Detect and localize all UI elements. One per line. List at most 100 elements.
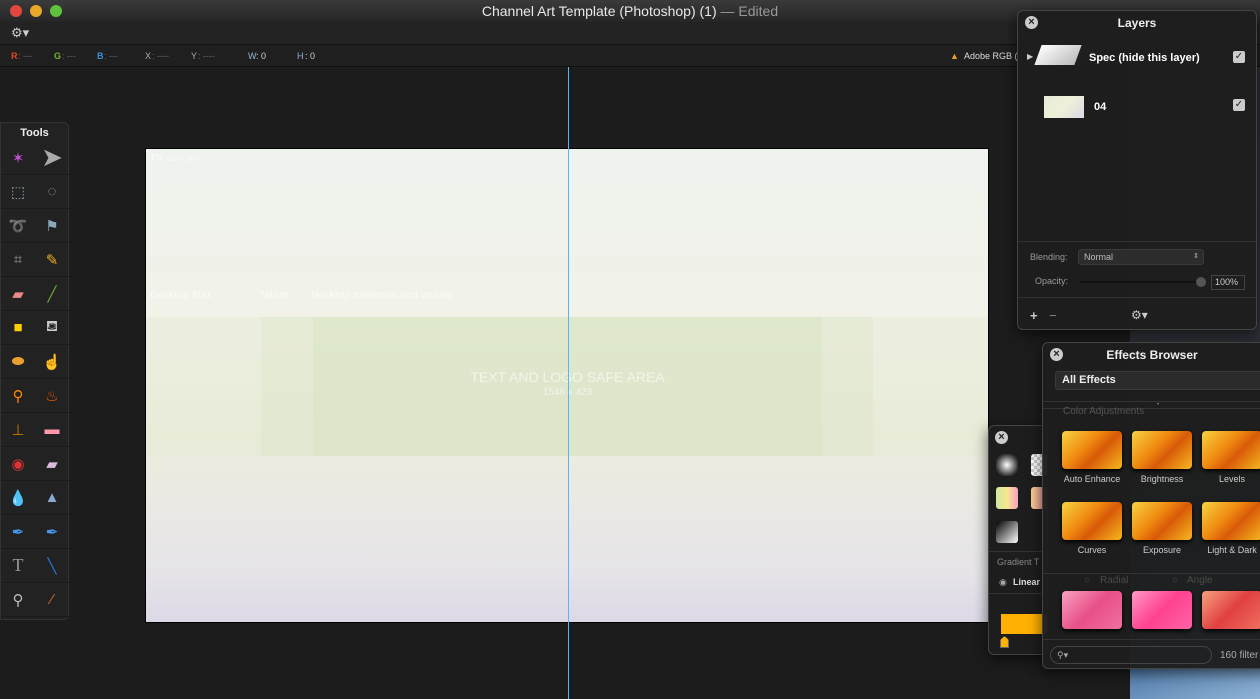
brush-icon[interactable]: ╱ <box>35 277 69 311</box>
y-label: Y <box>191 51 198 61</box>
effect-curves[interactable]: Curves <box>1057 502 1127 555</box>
bandage-icon[interactable]: ▬ <box>35 413 69 447</box>
opacity-input[interactable]: 100% <box>1211 275 1245 290</box>
window-title: Channel Art Template (Photoshop) (1) <box>481 3 717 19</box>
layer-name: Spec (hide this layer) <box>1089 52 1200 64</box>
lasso-icon[interactable]: ➰ <box>1 209 35 243</box>
color-profile[interactable]: Adobe RGB ( <box>964 45 1018 67</box>
g-value: : --- <box>62 51 76 61</box>
document-canvas[interactable]: TV 2560 x 1440 Desktop Max Tablet Deskto… <box>145 148 989 623</box>
minimize-window-button[interactable] <box>30 5 42 17</box>
angle-label: Angle <box>1187 575 1213 586</box>
tablet-label: Tablet <box>259 290 288 301</box>
gear-menu-icon[interactable]: ⚙▾ <box>11 25 29 41</box>
add-layer-icon[interactable]: + <box>1030 308 1038 323</box>
effects-category-select[interactable]: All Effects <box>1055 371 1260 390</box>
pencil-icon[interactable]: ✎ <box>35 243 69 277</box>
b-label: B <box>97 51 104 61</box>
sponge-icon[interactable]: ⬬ <box>1 345 35 379</box>
remove-layer-icon[interactable]: − <box>1049 308 1057 323</box>
gradient-stop[interactable] <box>1000 636 1009 648</box>
close-window-button[interactable] <box>10 5 22 17</box>
eraser-2-icon[interactable]: ▰ <box>35 447 69 481</box>
zoom-window-button[interactable] <box>50 5 62 17</box>
effect-brightness[interactable]: Brightness <box>1127 431 1197 484</box>
close-icon[interactable]: × <box>995 431 1008 444</box>
effect-label: Light & Dark <box>1207 545 1257 555</box>
effects-title: Effects Browser <box>1106 348 1198 362</box>
disclosure-triangle-icon[interactable]: ▶ <box>1027 52 1033 61</box>
blur-icon[interactable]: 💧 <box>1 481 35 515</box>
layer-row[interactable]: ▶ Spec (hide this layer) ✓ <box>1018 35 1256 83</box>
angle-radio[interactable]: ○ <box>1172 575 1178 586</box>
tools-panel: Tools ✶ ➤ ⬚ ◌ ➰ ⚑ ⌗ ✎ ▰ ╱ ■ ⛾ ⬬ ☝ ⚲ ♨ ⊥ … <box>0 122 69 620</box>
eraser-icon[interactable]: ▰ <box>1 277 35 311</box>
linear-radio[interactable]: ◉ <box>999 577 1007 588</box>
red-eye-icon[interactable]: ◉ <box>1 447 35 481</box>
close-icon[interactable]: × <box>1025 16 1038 29</box>
desktop-min-label: Desktop minimum and mobile <box>311 290 454 301</box>
bw-gradient-preset[interactable] <box>996 521 1018 543</box>
w-value: : 0 <box>256 51 267 61</box>
blending-select[interactable]: Normal ⇕ <box>1078 249 1204 265</box>
text-tool-icon[interactable]: T <box>1 549 35 583</box>
ellipse-select-icon[interactable]: ◌ <box>35 175 69 209</box>
h-value: : 0 <box>305 51 316 61</box>
line-tool-icon[interactable]: ╲ <box>35 549 69 583</box>
opacity-slider[interactable] <box>1080 281 1204 283</box>
filter-count: 160 filter <box>1220 650 1259 661</box>
effects-section-label: Color Adjustments <box>1063 406 1145 417</box>
paint-bucket-icon[interactable]: ⛾ <box>35 311 69 345</box>
layers-title: Layers <box>1117 16 1157 30</box>
effects-browser-panel: × Effects Browser All Effects • Color Adj… <box>1042 342 1260 669</box>
effects-search-input[interactable]: ⚲▾ <box>1050 646 1212 664</box>
polygon-lasso-icon[interactable]: ⚑ <box>35 209 69 243</box>
effect-pink-1[interactable] <box>1057 591 1127 634</box>
vertical-guide[interactable] <box>568 67 569 699</box>
pen-path-icon[interactable]: ✒ <box>35 515 69 549</box>
effect-auto-enhance[interactable]: Auto Enhance <box>1057 431 1127 484</box>
move-tool-icon[interactable]: ➤ <box>35 141 69 175</box>
tv-label: TV <box>150 153 163 164</box>
blending-label: Blending: <box>1030 252 1068 262</box>
gradient-type-label: Gradient T <box>997 557 1040 567</box>
effect-label: Exposure <box>1142 545 1182 555</box>
fire-icon[interactable]: ♨ <box>35 379 69 413</box>
eyedropper-icon[interactable]: ⁄ <box>35 583 69 617</box>
effect-label: Curves <box>1077 545 1107 555</box>
layer-visibility-checkbox[interactable]: ✓ <box>1233 99 1245 111</box>
linear-label: Linear <box>1013 577 1041 587</box>
effect-pink-2[interactable] <box>1127 591 1197 634</box>
effect-light-dark[interactable]: Light & Dark <box>1197 502 1260 555</box>
layer-gear-icon[interactable]: ⚙▾ <box>1131 308 1148 322</box>
pastel-gradient-preset[interactable] <box>996 487 1018 509</box>
smudge-icon[interactable]: ☝ <box>35 345 69 379</box>
gradient-panel: × Gradient T ◉ Linear <box>988 425 1048 655</box>
radial-radio[interactable]: ○ <box>1084 575 1090 586</box>
rect-select-icon[interactable]: ⬚ <box>1 175 35 209</box>
effect-label: Levels <box>1218 474 1245 484</box>
effect-label: Auto Enhance <box>1063 474 1121 484</box>
clone-stamp-icon[interactable]: ⊥ <box>1 413 35 447</box>
layer-thumbnail <box>1044 96 1084 118</box>
effect-exposure[interactable]: Exposure <box>1127 502 1197 555</box>
effect-levels[interactable]: Levels <box>1197 431 1260 484</box>
layer-row[interactable]: 04 ✓ <box>1018 83 1256 131</box>
tools-title: Tools <box>20 127 49 139</box>
effect-red[interactable] <box>1197 591 1260 634</box>
crop-icon[interactable]: ⌗ <box>1 243 35 277</box>
layer-thumbnail <box>1034 45 1082 65</box>
burn-icon[interactable]: ⚲ <box>1 379 35 413</box>
pen-icon[interactable]: ✒ <box>1 515 35 549</box>
close-icon[interactable]: × <box>1050 348 1063 361</box>
opacity-slider-knob[interactable] <box>1196 277 1206 287</box>
magic-wand-icon[interactable]: ✶ <box>1 141 35 175</box>
sharpen-icon[interactable]: ▲ <box>35 481 69 515</box>
effect-label: Brightness <box>1140 474 1184 484</box>
gradient-bar[interactable] <box>1001 614 1047 634</box>
zoom-tool-icon[interactable]: ⚲ <box>1 583 35 617</box>
layer-visibility-checkbox[interactable]: ✓ <box>1233 51 1245 63</box>
color-fill-icon[interactable]: ■ <box>1 311 35 345</box>
blending-value: Normal <box>1084 252 1114 262</box>
radial-gradient-preset[interactable] <box>996 454 1018 476</box>
